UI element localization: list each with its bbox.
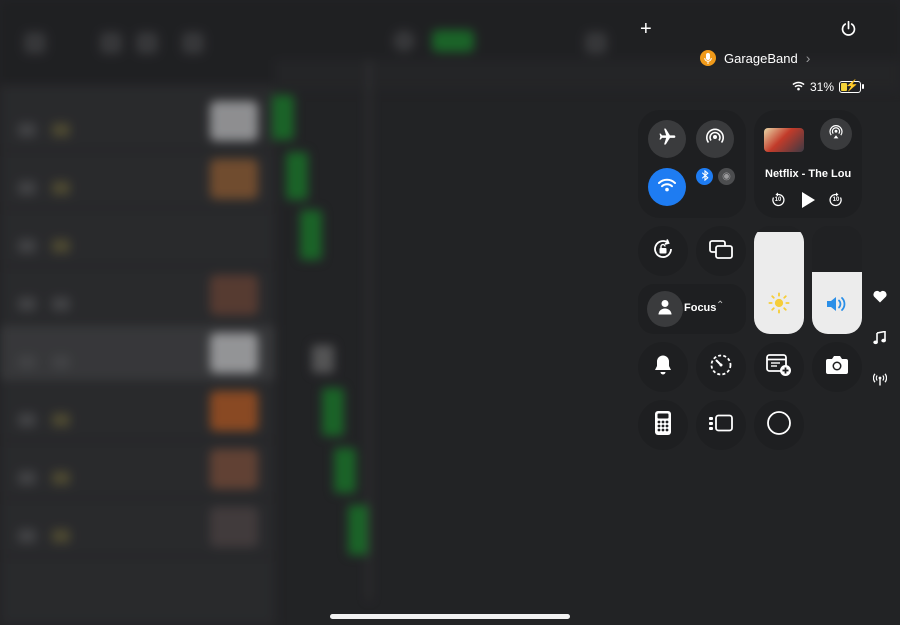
camera-icon <box>824 355 850 380</box>
app-name: GarageBand <box>724 50 798 66</box>
cellular-icon: ◉ <box>722 171 731 182</box>
bell-icon <box>653 354 673 381</box>
quick-note-button[interactable] <box>754 342 804 392</box>
camera-button[interactable] <box>812 342 862 392</box>
screen-mirroring-button[interactable] <box>696 226 746 276</box>
app-microphone-indicator[interactable]: GarageBand › <box>700 50 810 66</box>
connectivity-module[interactable]: ◉ <box>638 110 746 218</box>
person-icon <box>658 299 672 320</box>
chevron-updown-icon: ⌃ <box>716 300 725 311</box>
quick-note-icon <box>766 353 792 382</box>
now-playing-title: Netflix - The Lou <box>765 168 852 180</box>
battery-icon: ⚡ <box>839 80 865 93</box>
plus-icon[interactable]: + <box>640 18 652 41</box>
timer-icon <box>709 353 733 382</box>
power-icon[interactable] <box>840 20 857 42</box>
now-playing-module[interactable]: Netflix - The Lou 10 10 <box>754 110 862 218</box>
focus-label: Focus <box>684 302 717 314</box>
home-indicator[interactable] <box>330 614 570 619</box>
airplane-icon <box>657 127 677 152</box>
brightness-slider[interactable] <box>754 226 804 334</box>
focus-button[interactable]: Focus ⌃ <box>638 284 746 334</box>
wifi-toggle[interactable] <box>648 168 686 206</box>
status-bar: 31% ⚡ <box>792 80 865 94</box>
airdrop-toggle[interactable] <box>696 120 734 158</box>
screen-mirroring-icon <box>709 239 733 264</box>
chevron-right-icon: › <box>805 50 811 66</box>
wifi-icon <box>658 178 676 197</box>
bluetooth-toggle[interactable] <box>696 168 713 185</box>
screen-record-button[interactable] <box>754 400 804 450</box>
screen-record-icon <box>766 410 792 441</box>
silent-mode-button[interactable] <box>638 342 688 392</box>
music-note-icon[interactable] <box>873 330 886 348</box>
skip-forward-label: 10 <box>832 197 840 203</box>
volume-slider[interactable] <box>812 226 862 334</box>
stage-manager-button[interactable] <box>696 400 746 450</box>
airplay-icon <box>828 124 844 145</box>
speaker-icon <box>812 294 862 320</box>
calculator-icon <box>654 410 672 441</box>
timer-button[interactable] <box>696 342 746 392</box>
airplane-mode-toggle[interactable] <box>648 120 686 158</box>
play-icon <box>800 192 816 213</box>
wifi-status-icon <box>792 80 805 94</box>
cellular-toggle[interactable]: ◉ <box>718 168 735 185</box>
heart-icon[interactable] <box>873 290 887 306</box>
microphone-icon <box>700 50 716 66</box>
stage-manager-icon <box>708 414 734 437</box>
rotation-lock-icon <box>651 237 675 266</box>
battery-percent: 31% <box>810 80 835 94</box>
sun-icon <box>754 292 804 320</box>
skip-back-button[interactable]: 10 <box>770 192 786 208</box>
skip-back-label: 10 <box>774 197 782 203</box>
airplay-button[interactable] <box>820 118 852 150</box>
bluetooth-icon <box>701 169 709 184</box>
skip-forward-button[interactable]: 10 <box>828 192 844 208</box>
calculator-button[interactable] <box>638 400 688 450</box>
artwork-thumbnail <box>764 128 804 152</box>
airdrop-icon <box>705 127 725 152</box>
antenna-icon[interactable] <box>872 373 888 389</box>
play-button[interactable] <box>800 191 816 214</box>
focus-icon-wrapper <box>647 291 683 327</box>
rotation-lock-button[interactable] <box>638 226 688 276</box>
